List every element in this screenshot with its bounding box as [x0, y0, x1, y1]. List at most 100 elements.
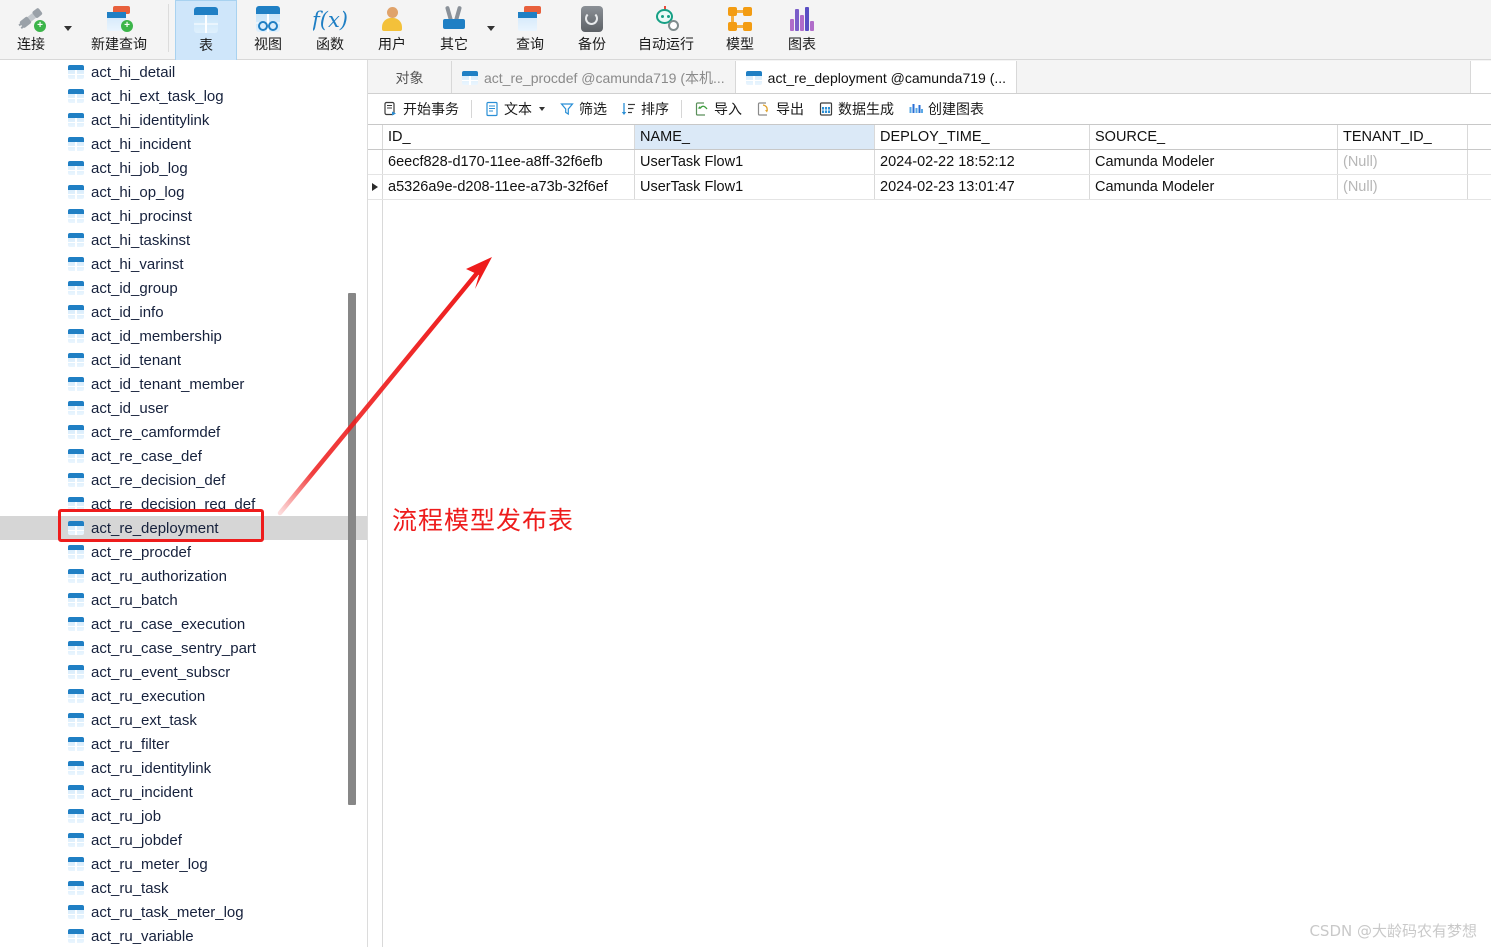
- grid-cell[interactable]: (Null): [1338, 150, 1468, 174]
- ribbon-button-query[interactable]: 查询: [499, 0, 561, 60]
- ribbon-button-connect[interactable]: + 连接: [0, 0, 62, 60]
- tab-strip: 对象 act_re_procdef @camunda719 (本机... act…: [368, 60, 1491, 94]
- grid-row-gutter[interactable]: [368, 175, 383, 199]
- table-list-item[interactable]: act_ru_task_meter_log: [0, 900, 368, 924]
- tab-act-re-procdef[interactable]: act_re_procdef @camunda719 (本机...: [452, 61, 736, 94]
- tab-act-re-deployment[interactable]: act_re_deployment @camunda719 (...: [735, 61, 1018, 94]
- table-list-item[interactable]: act_hi_taskinst: [0, 228, 368, 252]
- action-label: 筛选: [579, 101, 607, 117]
- ribbon-button-user[interactable]: 用户: [361, 0, 423, 60]
- table-list-item[interactable]: act_ru_variable: [0, 924, 368, 947]
- table-list-item[interactable]: act_hi_ext_task_log: [0, 84, 368, 108]
- ribbon-button-chart[interactable]: 图表: [771, 0, 833, 60]
- table-list-item[interactable]: act_ru_jobdef: [0, 828, 368, 852]
- table-list-item[interactable]: act_ru_identitylink: [0, 756, 368, 780]
- current-row-marker-icon: [372, 183, 378, 191]
- grid-column-header[interactable]: TENANT_ID_: [1338, 125, 1468, 149]
- ribbon-button-model[interactable]: 模型: [709, 0, 771, 60]
- create-chart-button[interactable]: 创建图表: [901, 97, 991, 121]
- chevron-down-icon[interactable]: [539, 107, 545, 111]
- grid-column-header[interactable]: SOURCE_: [1090, 125, 1338, 149]
- table-list-item[interactable]: act_id_membership: [0, 324, 368, 348]
- sidebar-scrollbar-thumb[interactable]: [348, 293, 356, 805]
- text-view-button[interactable]: 文本: [477, 97, 552, 121]
- grid-cell[interactable]: UserTask Flow1: [635, 175, 875, 199]
- table-list-item[interactable]: act_re_decision_req_def: [0, 492, 368, 516]
- grid-cell[interactable]: UserTask Flow1: [635, 150, 875, 174]
- ribbon-group-connection: + 连接 + 新建查询: [0, 0, 162, 60]
- grid-column-header[interactable]: ID_: [383, 125, 635, 149]
- sort-button[interactable]: 排序: [614, 97, 676, 121]
- svg-text:f(x): f(x): [313, 8, 347, 32]
- table-list-item[interactable]: act_ru_case_sentry_part: [0, 636, 368, 660]
- other-dropdown-caret-icon[interactable]: [485, 0, 499, 60]
- ribbon-button-function[interactable]: f(x) 函数: [299, 0, 361, 60]
- table-icon: [68, 401, 84, 415]
- begin-transaction-button[interactable]: 开始事务: [376, 97, 466, 121]
- import-button[interactable]: 导入: [687, 97, 749, 121]
- grid-cell[interactable]: 6eecf828-d170-11ee-a8ff-32f6efb: [383, 150, 635, 174]
- table-list-item[interactable]: act_re_deployment: [0, 516, 368, 540]
- table-list-item[interactable]: act_hi_identitylink: [0, 108, 368, 132]
- table-list-item[interactable]: act_hi_job_log: [0, 156, 368, 180]
- table-list-item[interactable]: act_id_tenant: [0, 348, 368, 372]
- table-list-item[interactable]: act_ru_job: [0, 804, 368, 828]
- export-button[interactable]: 导出: [749, 97, 811, 121]
- table-list-item[interactable]: act_id_user: [0, 396, 368, 420]
- table-list-item[interactable]: act_ru_meter_log: [0, 852, 368, 876]
- text-icon: [484, 101, 500, 117]
- grid-column-header[interactable]: DEPLOY_TIME_: [875, 125, 1090, 149]
- ribbon-button-new-query[interactable]: + 新建查询: [76, 0, 162, 60]
- table-list-item[interactable]: act_re_case_def: [0, 444, 368, 468]
- table-list-item[interactable]: act_id_group: [0, 276, 368, 300]
- table-icon: [68, 881, 84, 895]
- table-list-item[interactable]: act_ru_filter: [0, 732, 368, 756]
- table-list-item[interactable]: act_id_info: [0, 300, 368, 324]
- grid-cell[interactable]: Camunda Modeler: [1090, 150, 1338, 174]
- grid-column-header[interactable]: NAME_: [635, 125, 875, 149]
- table-list-item[interactable]: act_ru_authorization: [0, 564, 368, 588]
- table-list-item[interactable]: act_ru_ext_task: [0, 708, 368, 732]
- grid-row-gutter[interactable]: [368, 150, 383, 174]
- table-list-item[interactable]: act_ru_case_execution: [0, 612, 368, 636]
- table-list-item-label: act_hi_varinst: [91, 255, 184, 273]
- table-icon: [68, 809, 84, 823]
- ribbon-button-automation[interactable]: 自动运行: [623, 0, 709, 60]
- table-list-item[interactable]: act_hi_incident: [0, 132, 368, 156]
- grid-cell[interactable]: (Null): [1338, 175, 1468, 199]
- table-icon: [189, 5, 223, 35]
- grid-cell[interactable]: 2024-02-22 18:52:12: [875, 150, 1090, 174]
- grid-cell[interactable]: Camunda Modeler: [1090, 175, 1338, 199]
- table-list: act_hi_detail act_hi_ext_task_log act_hi_i…: [0, 60, 368, 947]
- ribbon-button-other[interactable]: 其它: [423, 0, 485, 60]
- table-list-item-label: act_id_membership: [91, 327, 222, 345]
- connect-dropdown-caret-icon[interactable]: [62, 0, 76, 60]
- table-list-item[interactable]: act_re_procdef: [0, 540, 368, 564]
- table-list-item[interactable]: act_id_tenant_member: [0, 372, 368, 396]
- table-list-item[interactable]: act_hi_detail: [0, 60, 368, 84]
- table-list-item[interactable]: act_re_camformdef: [0, 420, 368, 444]
- table-list-item[interactable]: act_re_decision_def: [0, 468, 368, 492]
- grid-cell[interactable]: 2024-02-23 13:01:47: [875, 175, 1090, 199]
- table-list-item-label: act_ru_execution: [91, 687, 206, 705]
- ribbon-button-table[interactable]: 表: [175, 0, 237, 60]
- table-list-item[interactable]: act_ru_execution: [0, 684, 368, 708]
- grid-row[interactable]: a5326a9e-d208-11ee-a73b-32f6ef UserTask F…: [368, 175, 1491, 200]
- grid-row[interactable]: 6eecf828-d170-11ee-a8ff-32f6efb UserTask …: [368, 150, 1491, 175]
- table-list-item[interactable]: act_hi_op_log: [0, 180, 368, 204]
- ribbon-label: 自动运行: [638, 36, 694, 52]
- table-icon: [68, 257, 84, 271]
- grid-cell[interactable]: a5326a9e-d208-11ee-a73b-32f6ef: [383, 175, 635, 199]
- ribbon-button-view[interactable]: 视图: [237, 0, 299, 60]
- table-list-item[interactable]: act_hi_varinst: [0, 252, 368, 276]
- data-generation-button[interactable]: 数据生成: [811, 97, 901, 121]
- table-list-item[interactable]: act_ru_event_subscr: [0, 660, 368, 684]
- table-list-item[interactable]: act_ru_batch: [0, 588, 368, 612]
- table-list-item-label: act_re_procdef: [91, 543, 192, 561]
- filter-button[interactable]: 筛选: [552, 97, 614, 121]
- ribbon-button-backup[interactable]: 备份: [561, 0, 623, 60]
- table-list-item[interactable]: act_ru_task: [0, 876, 368, 900]
- table-list-item[interactable]: act_hi_procinst: [0, 204, 368, 228]
- objects-tab-label[interactable]: 对象: [368, 61, 452, 94]
- table-list-item[interactable]: act_ru_incident: [0, 780, 368, 804]
